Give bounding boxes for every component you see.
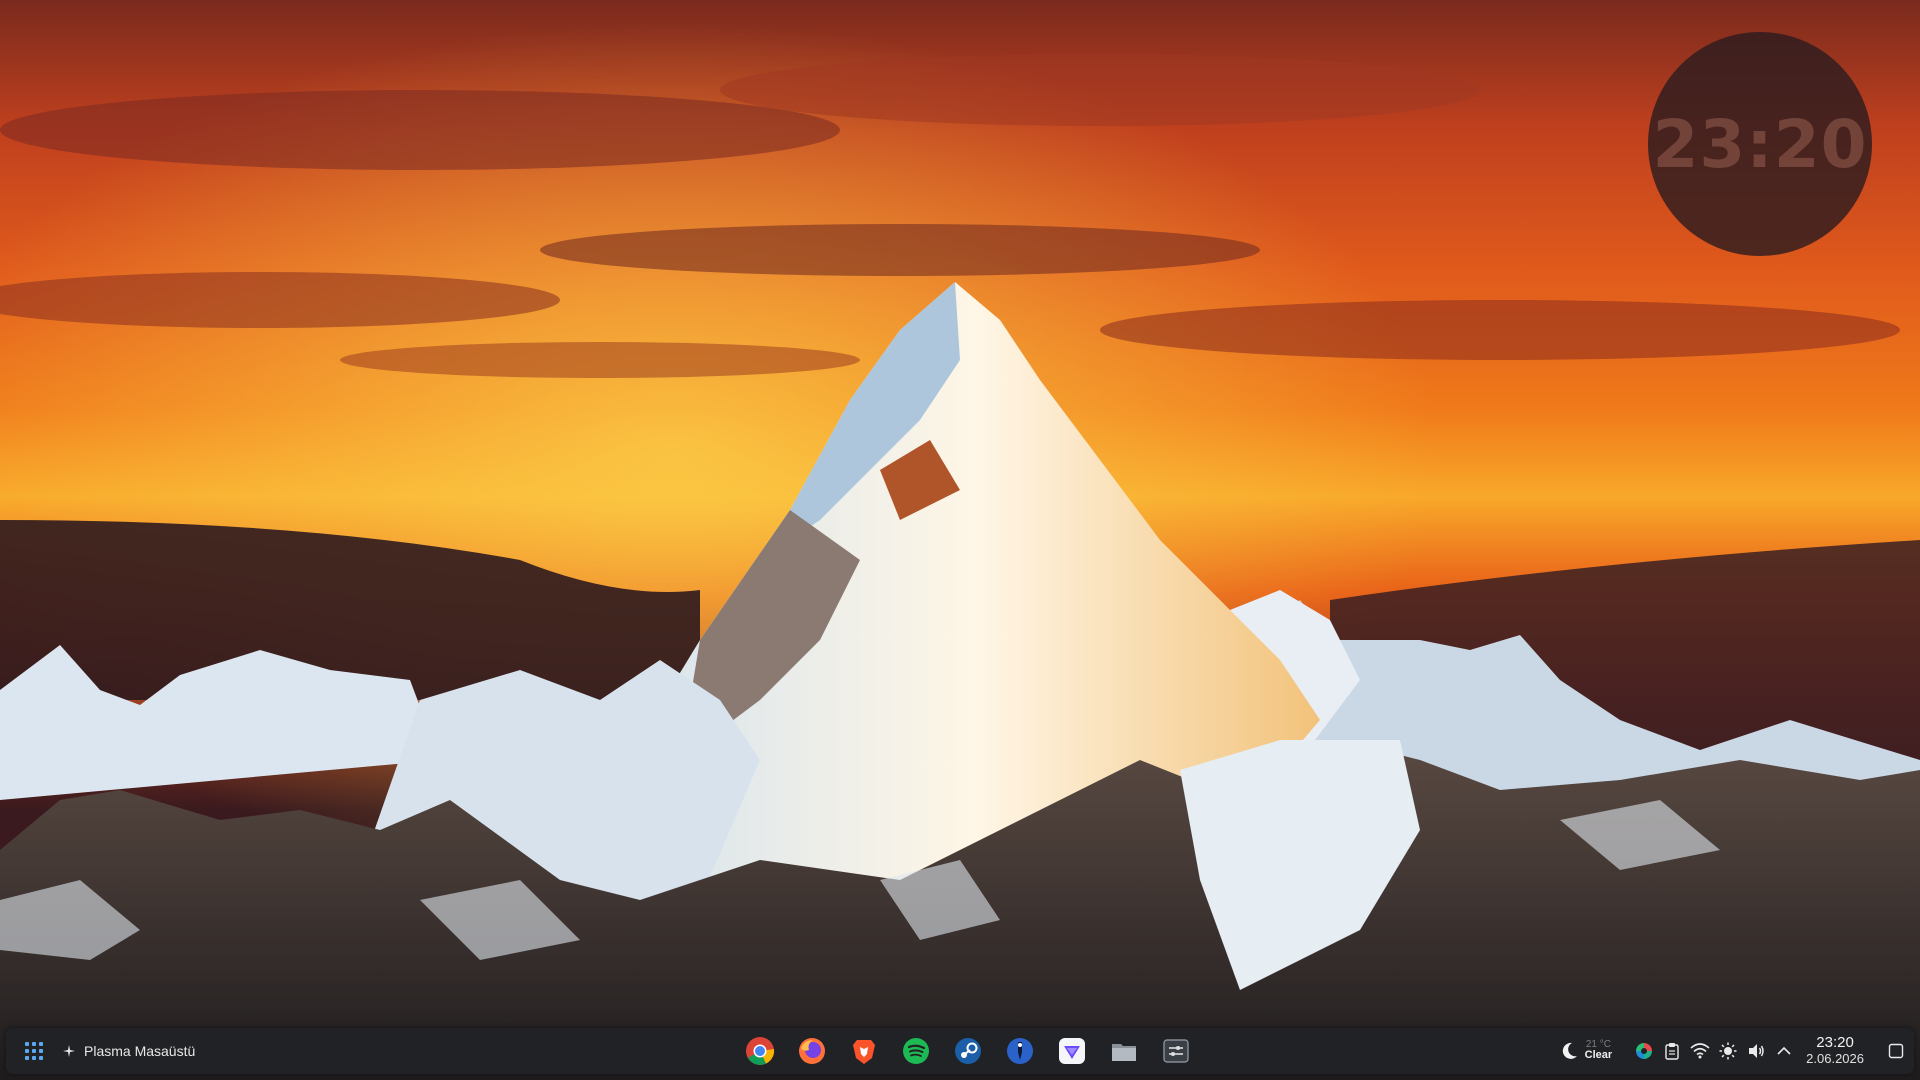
settings-app-icon (1163, 1039, 1189, 1063)
moon-icon (1562, 1042, 1577, 1059)
clock-time: 23:20 (1816, 1034, 1854, 1052)
task-spotify[interactable] (897, 1032, 935, 1070)
folder-icon (1112, 1044, 1136, 1061)
volume-icon (1749, 1044, 1764, 1058)
app-launcher-button[interactable] (18, 1035, 50, 1067)
show-desktop-button[interactable] (1878, 1028, 1914, 1074)
task-steam[interactable] (949, 1032, 987, 1070)
pin-icon (1007, 1038, 1033, 1064)
tray-network[interactable] (1686, 1028, 1714, 1074)
taskbar-panel: Plasma Masaüstü 21 °C Clear 23:20 2.06.2… (6, 1028, 1914, 1074)
tray-expand[interactable] (1770, 1028, 1798, 1074)
spotify-icon (903, 1038, 929, 1064)
sparkle-icon (63, 1045, 75, 1057)
firefox-icon (799, 1038, 825, 1064)
tray-brightness[interactable] (1714, 1028, 1742, 1074)
task-firefox[interactable] (793, 1032, 831, 1070)
chrome-icon (746, 1037, 775, 1065)
vpn-icon (1059, 1038, 1085, 1064)
clock-widget[interactable]: 23:20 (1648, 32, 1872, 256)
weather-widget[interactable]: 21 °C Clear (1559, 1039, 1613, 1062)
wifi-icon (1690, 1043, 1710, 1059)
task-manager (741, 1032, 1195, 1070)
brightness-icon (1719, 1042, 1737, 1060)
desktop-square-icon (1888, 1043, 1904, 1059)
steam-icon (955, 1038, 981, 1064)
clipboard-icon (1665, 1043, 1679, 1060)
digital-clock[interactable]: 23:20 2.06.2026 (1806, 1035, 1864, 1066)
task-pin-app[interactable] (1001, 1032, 1039, 1070)
system-tray: 21 °C Clear 23:20 2.06.2026 (1559, 1028, 1914, 1074)
tray-color-picker[interactable] (1630, 1028, 1658, 1074)
chevron-up-icon (1777, 1046, 1791, 1055)
weather-condition: Clear (1584, 1049, 1613, 1062)
color-wheel-icon (1636, 1043, 1653, 1059)
clock-widget-time: 23:20 (1652, 105, 1868, 183)
brave-icon (853, 1040, 875, 1064)
search-label: Plasma Masaüstü (84, 1043, 196, 1059)
task-brave[interactable] (845, 1032, 883, 1070)
task-chrome[interactable] (741, 1032, 779, 1070)
tray-clipboard[interactable] (1658, 1028, 1686, 1074)
desktop: 23:20 Plasma Masaüstü 21 °C Clear 23:20 … (0, 0, 1920, 1080)
tray-volume[interactable] (1742, 1028, 1770, 1074)
clock-date: 2.06.2026 (1806, 1051, 1864, 1067)
task-proton-vpn[interactable] (1053, 1032, 1091, 1070)
app-grid-icon (25, 1042, 43, 1060)
task-files[interactable] (1105, 1032, 1143, 1070)
task-settings[interactable] (1157, 1032, 1195, 1070)
search-launcher[interactable]: Plasma Masaüstü (62, 1035, 195, 1067)
wallpaper (0, 0, 1920, 1080)
